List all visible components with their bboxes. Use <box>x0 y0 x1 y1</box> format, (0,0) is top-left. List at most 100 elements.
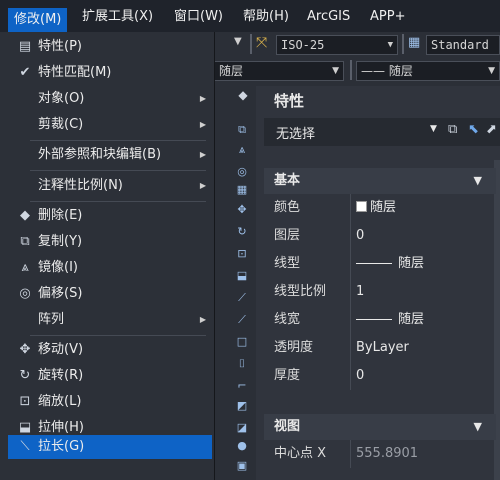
chevron-down-icon[interactable]: ▼ <box>234 36 242 47</box>
chevron-down-icon: ▼ <box>473 420 482 433</box>
chevron-down-icon[interactable]: ▼ <box>430 124 437 134</box>
menu-item-object[interactable]: 对象(O) ▶ <box>0 86 214 112</box>
selection-dropdown[interactable]: 无选择 ▼ ⧉ ⬉ ⬈ <box>264 118 500 146</box>
toolbar-grip <box>250 34 252 54</box>
menu-item-clip[interactable]: 剪裁(C) ▶ <box>0 112 214 138</box>
menu-item-label: 阵列 <box>38 312 65 327</box>
menu-item-annotation-scale[interactable]: 注释性比例(N) ▶ <box>0 173 214 199</box>
property-value: 555.8901 <box>356 446 419 461</box>
chevron-down-icon: ▼ <box>473 174 482 187</box>
property-label: 颜色 <box>274 200 301 215</box>
chevron-down-icon: ▼ <box>332 66 339 76</box>
menu-item-scale[interactable]: ⊡ 缩放(L) <box>0 389 214 415</box>
menu-item-mirror[interactable]: ⩓ 镜像(I) <box>0 255 214 281</box>
lengthen-icon: ⟍ <box>20 439 30 454</box>
menu-extension-tools[interactable]: 扩展工具(X) <box>82 6 153 28</box>
menu-item-erase[interactable]: ◆ 删除(E) <box>0 203 214 229</box>
move-icon: ✥ <box>19 342 31 357</box>
property-row-center-x[interactable]: 中心点 X 555.8901 <box>264 440 496 468</box>
submenu-arrow-icon: ▶ <box>199 94 206 103</box>
copy-icon[interactable]: ⧉ <box>234 122 250 138</box>
submenu-arrow-icon: ▶ <box>199 120 206 129</box>
layer-toolbar: 随层 ▼ —— 随层 ▼ <box>214 58 500 84</box>
styles-toolbar: ▼ ⤧ ISO-25 ▼ ▦ Standard <box>214 32 500 59</box>
quick-select-icon[interactable]: ⬈ <box>486 122 497 137</box>
scale-icon[interactable]: ⊡ <box>234 246 250 262</box>
menu-help[interactable]: 帮助(H) <box>243 6 289 28</box>
dimstyle-combo[interactable]: ISO-25 ▼ <box>276 35 398 55</box>
menu-separator <box>30 170 206 171</box>
offset-icon[interactable]: ◎ <box>234 164 250 180</box>
mirror-icon: ⩓ <box>21 260 29 275</box>
menu-item-array[interactable]: 阵列 ▶ <box>0 307 214 333</box>
dimstyle-value: ISO-25 <box>281 38 325 52</box>
menu-item-offset[interactable]: ◎ 偏移(S) <box>0 281 214 307</box>
property-row-color[interactable]: 颜色 随层 <box>264 194 496 222</box>
property-row-linetype-scale[interactable]: 线型比例 1 <box>264 278 496 306</box>
chevron-down-icon: ▼ <box>488 66 495 76</box>
section-view[interactable]: 视图 ▼ <box>264 414 496 440</box>
explode-icon[interactable]: ◪ <box>234 420 250 436</box>
property-row-transparency[interactable]: 透明度 ByLayer <box>264 334 496 362</box>
selection-value: 无选择 <box>276 127 316 142</box>
property-row-lineweight[interactable]: 线宽 随层 <box>264 306 496 334</box>
menu-item-label: 移动(V) <box>38 342 84 357</box>
menu-modify[interactable]: 修改(M) <box>8 8 68 32</box>
blend-icon[interactable]: ● <box>234 438 250 454</box>
menu-item-move[interactable]: ✥ 移动(V) <box>0 337 214 363</box>
menu-item-label: 外部参照和块编辑(B) <box>38 147 162 162</box>
menu-item-xref-block-edit[interactable]: 外部参照和块编辑(B) ▶ <box>0 142 214 168</box>
submenu-arrow-icon: ▶ <box>199 315 206 324</box>
menu-item-match-properties[interactable]: ✔ 特性匹配(M) <box>0 60 214 86</box>
move-icon[interactable]: ✥ <box>234 202 250 218</box>
toggle-pickadd-icon[interactable]: ⧉ <box>448 122 457 137</box>
property-value: 0 <box>356 228 365 243</box>
break-icon[interactable]: □ <box>234 334 250 350</box>
join-icon[interactable]: ⌷ <box>234 356 250 372</box>
submenu-arrow-icon: ▶ <box>199 181 206 190</box>
lineweight-sample <box>356 319 392 320</box>
menu-item-copy[interactable]: ⧉ 复制(Y) <box>0 229 214 255</box>
trim-icon[interactable]: ⟋ <box>234 290 250 306</box>
property-row-linetype[interactable]: 线型 随层 <box>264 250 496 278</box>
edit-icon[interactable]: ▣ <box>234 458 250 474</box>
fillet-icon[interactable]: ◩ <box>234 398 250 414</box>
toolbar-grip <box>402 34 404 54</box>
menu-arcgis[interactable]: ArcGIS <box>307 6 350 28</box>
rotate-icon: ↻ <box>19 368 31 383</box>
offset-icon: ◎ <box>19 286 31 301</box>
rotate-icon[interactable]: ↻ <box>234 224 250 240</box>
section-view-label: 视图 <box>274 419 301 434</box>
dimstyle-icon: ⤧ <box>256 35 268 51</box>
property-row-thickness[interactable]: 厚度 0 <box>264 362 496 390</box>
stretch-icon[interactable]: ⬓ <box>234 268 250 284</box>
modify-menu: ▤ 特性(P) ✔ 特性匹配(M) 对象(O) ▶ 剪裁(C) ▶ 外部参照和块… <box>0 32 215 480</box>
menu-item-rotate[interactable]: ↻ 旋转(R) <box>0 363 214 389</box>
linetype-combo[interactable]: —— 随层 ▼ <box>356 61 500 81</box>
select-objects-icon[interactable]: ⬉ <box>468 122 479 137</box>
palette-title: 特性 <box>256 86 500 114</box>
property-value: 随层 <box>370 200 397 215</box>
property-row-layer[interactable]: 图层 0 <box>264 222 496 250</box>
menu-item-lengthen[interactable]: ⟍ 拉长(G) <box>8 435 212 459</box>
properties-icon[interactable]: ◆ <box>234 86 252 104</box>
extend-icon[interactable]: ⟋ <box>234 312 250 328</box>
submenu-arrow-icon: ▶ <box>199 150 206 159</box>
chamfer-icon[interactable]: ⌐ <box>234 378 250 394</box>
layer-combo[interactable]: 随层 ▼ <box>214 61 344 81</box>
menu-separator <box>30 335 206 336</box>
property-label: 线宽 <box>274 312 301 327</box>
match-properties-icon: ✔ <box>19 65 31 80</box>
property-label: 中心点 X <box>274 446 327 461</box>
mirror-icon[interactable]: ⩓ <box>234 142 250 158</box>
textstyle-combo[interactable]: Standard <box>426 35 500 55</box>
array-icon[interactable]: ▦ <box>234 182 250 198</box>
color-swatch <box>356 201 367 212</box>
menu-window[interactable]: 窗口(W) <box>174 6 223 28</box>
menu-separator <box>30 201 206 202</box>
menu-item-properties[interactable]: ▤ 特性(P) <box>0 34 214 60</box>
property-value: ByLayer <box>356 340 409 355</box>
menu-app-plus[interactable]: APP+ <box>370 6 405 28</box>
section-basic[interactable]: 基本 ▼ <box>264 168 496 194</box>
table-style-icon: ▦ <box>408 35 421 50</box>
